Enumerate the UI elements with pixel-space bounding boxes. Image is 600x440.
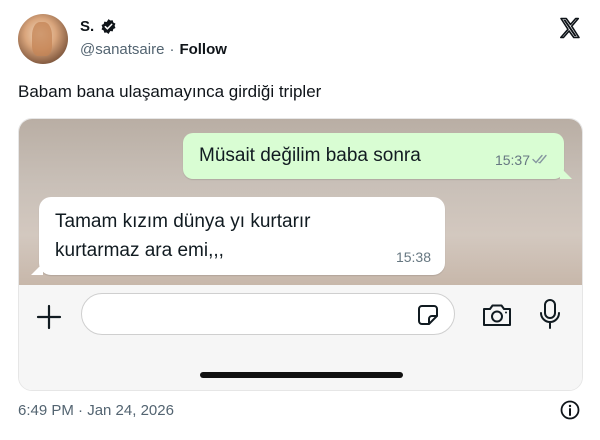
double-check-icon bbox=[532, 154, 547, 164]
incoming-message-bubble: Tamam kızım dünya yı kurtarır kurtarmaz … bbox=[31, 197, 445, 275]
verified-badge-icon bbox=[101, 19, 116, 34]
incoming-message-time: 15:38 bbox=[395, 249, 431, 265]
tweet-header: S. @sanatsaire · Follow bbox=[18, 12, 584, 68]
follow-button[interactable]: Follow bbox=[179, 41, 227, 58]
handle-separator: · bbox=[169, 41, 175, 58]
chat-input-bar bbox=[19, 285, 582, 390]
outgoing-message-bubble: Müsait değilim baba sonra 15:37 bbox=[183, 133, 572, 179]
home-indicator bbox=[200, 372, 403, 378]
message-input[interactable] bbox=[81, 293, 455, 335]
incoming-message-text: Tamam kızım dünya yı kurtarır kurtarmaz … bbox=[55, 211, 311, 261]
tweet-timestamp[interactable]: 6:49 PM · Jan 24, 2026 bbox=[18, 402, 174, 419]
plus-icon[interactable] bbox=[35, 303, 63, 331]
outgoing-message-text: Müsait değilim baba sonra bbox=[199, 145, 421, 166]
tweet-media-chat-screenshot[interactable]: Müsait değilim baba sonra 15:37 Tamam kı… bbox=[18, 118, 583, 391]
outgoing-message-time: 15:37 bbox=[494, 152, 530, 168]
x-logo-icon[interactable] bbox=[558, 16, 582, 40]
author-name-row: S. bbox=[80, 18, 117, 35]
chat-background: Müsait değilim baba sonra 15:37 Tamam kı… bbox=[19, 119, 582, 285]
sticker-icon[interactable] bbox=[416, 303, 440, 327]
author-handle[interactable]: @sanatsaire bbox=[80, 41, 164, 58]
author-avatar[interactable] bbox=[18, 14, 68, 64]
author-handle-row: @sanatsaire · Follow bbox=[80, 41, 227, 58]
info-icon[interactable] bbox=[560, 400, 580, 420]
author-display-name[interactable]: S. bbox=[80, 18, 94, 35]
tweet-text: Babam bana ulaşamayınca girdiği tripler bbox=[18, 82, 322, 101]
camera-icon[interactable] bbox=[481, 301, 513, 329]
microphone-icon[interactable] bbox=[538, 298, 562, 330]
